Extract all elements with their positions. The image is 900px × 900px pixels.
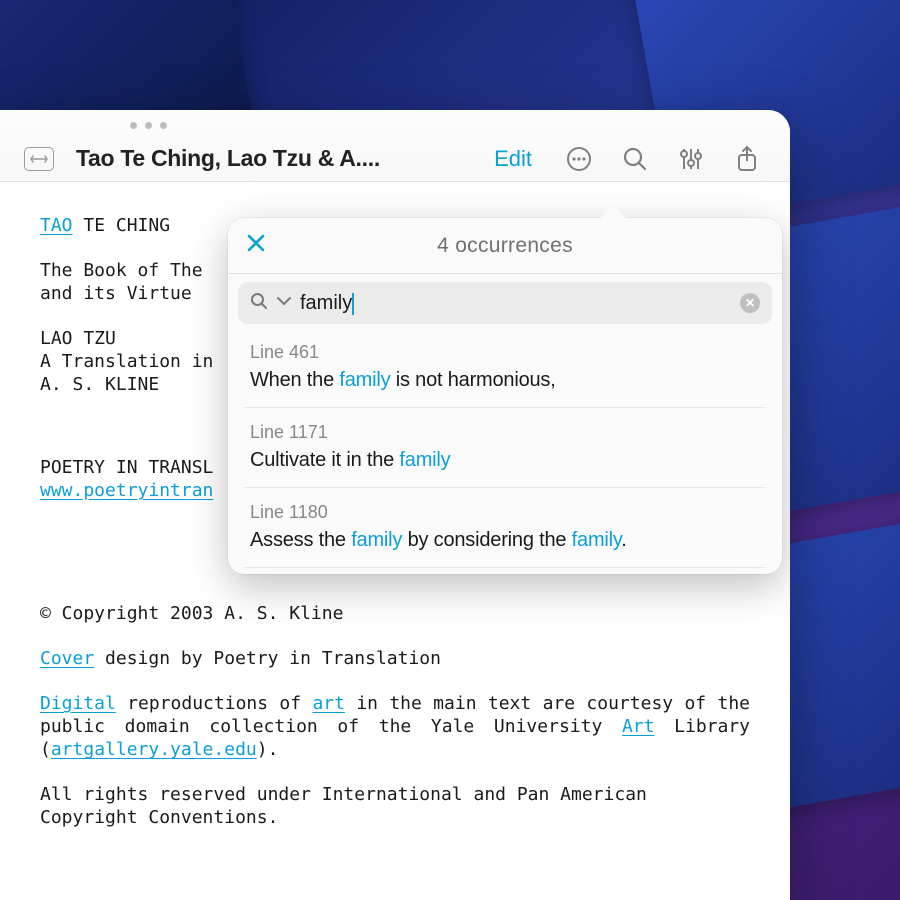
clear-search-icon[interactable]: ✕ [740,293,760,313]
edit-button[interactable]: Edit [484,146,542,172]
traffic-lights[interactable] [130,122,167,129]
search-results-list: Line 461 When the family is not harmoniou… [228,332,782,574]
more-icon[interactable] [560,140,598,178]
search-result-item[interactable]: Line 1171 Cultivate it in the family [244,408,766,488]
search-input[interactable]: family [300,292,352,314]
search-options-chevron-icon[interactable] [276,294,292,312]
result-line-label: Line 461 [250,342,760,363]
search-icon[interactable] [616,140,654,178]
link-publisher-url[interactable]: www.poetryintran [40,480,213,501]
result-snippet: Cultivate it in the family [250,449,760,472]
search-popover: 4 occurrences family ✕ Line 461 When the … [228,218,782,574]
link-tao[interactable]: TAO [40,215,73,236]
result-line-label: Line 1171 [250,422,760,443]
result-snippet: Assess the family by considering the fam… [250,529,760,552]
link-gallery-url[interactable]: artgallery.yale.edu [51,739,257,760]
link-digital[interactable]: Digital [40,693,116,714]
link-art-1[interactable]: art [312,693,345,714]
share-icon[interactable] [728,140,766,178]
search-bar[interactable]: family ✕ [238,282,772,324]
link-cover[interactable]: Cover [40,648,94,669]
search-result-item[interactable]: Line 461 When the family is not harmoniou… [244,332,766,408]
result-snippet: When the family is not harmonious, [250,369,760,392]
link-art-2[interactable]: Art [622,716,655,737]
result-line-label: Line 1180 [250,502,760,523]
settings-sliders-icon[interactable] [672,140,710,178]
search-input-icon [250,292,268,315]
document-title: Tao Te Ching, Lao Tzu & A.... [76,145,472,172]
search-result-item[interactable]: Line 1180 Assess the family by considerin… [244,488,766,568]
app-window: Tao Te Ching, Lao Tzu & A.... Edit TAO T… [0,110,790,900]
fullwidth-toggle[interactable] [24,147,54,171]
toolbar: Tao Te Ching, Lao Tzu & A.... Edit [0,110,790,182]
close-icon[interactable] [246,233,270,259]
search-result-count: 4 occurrences [270,234,740,258]
